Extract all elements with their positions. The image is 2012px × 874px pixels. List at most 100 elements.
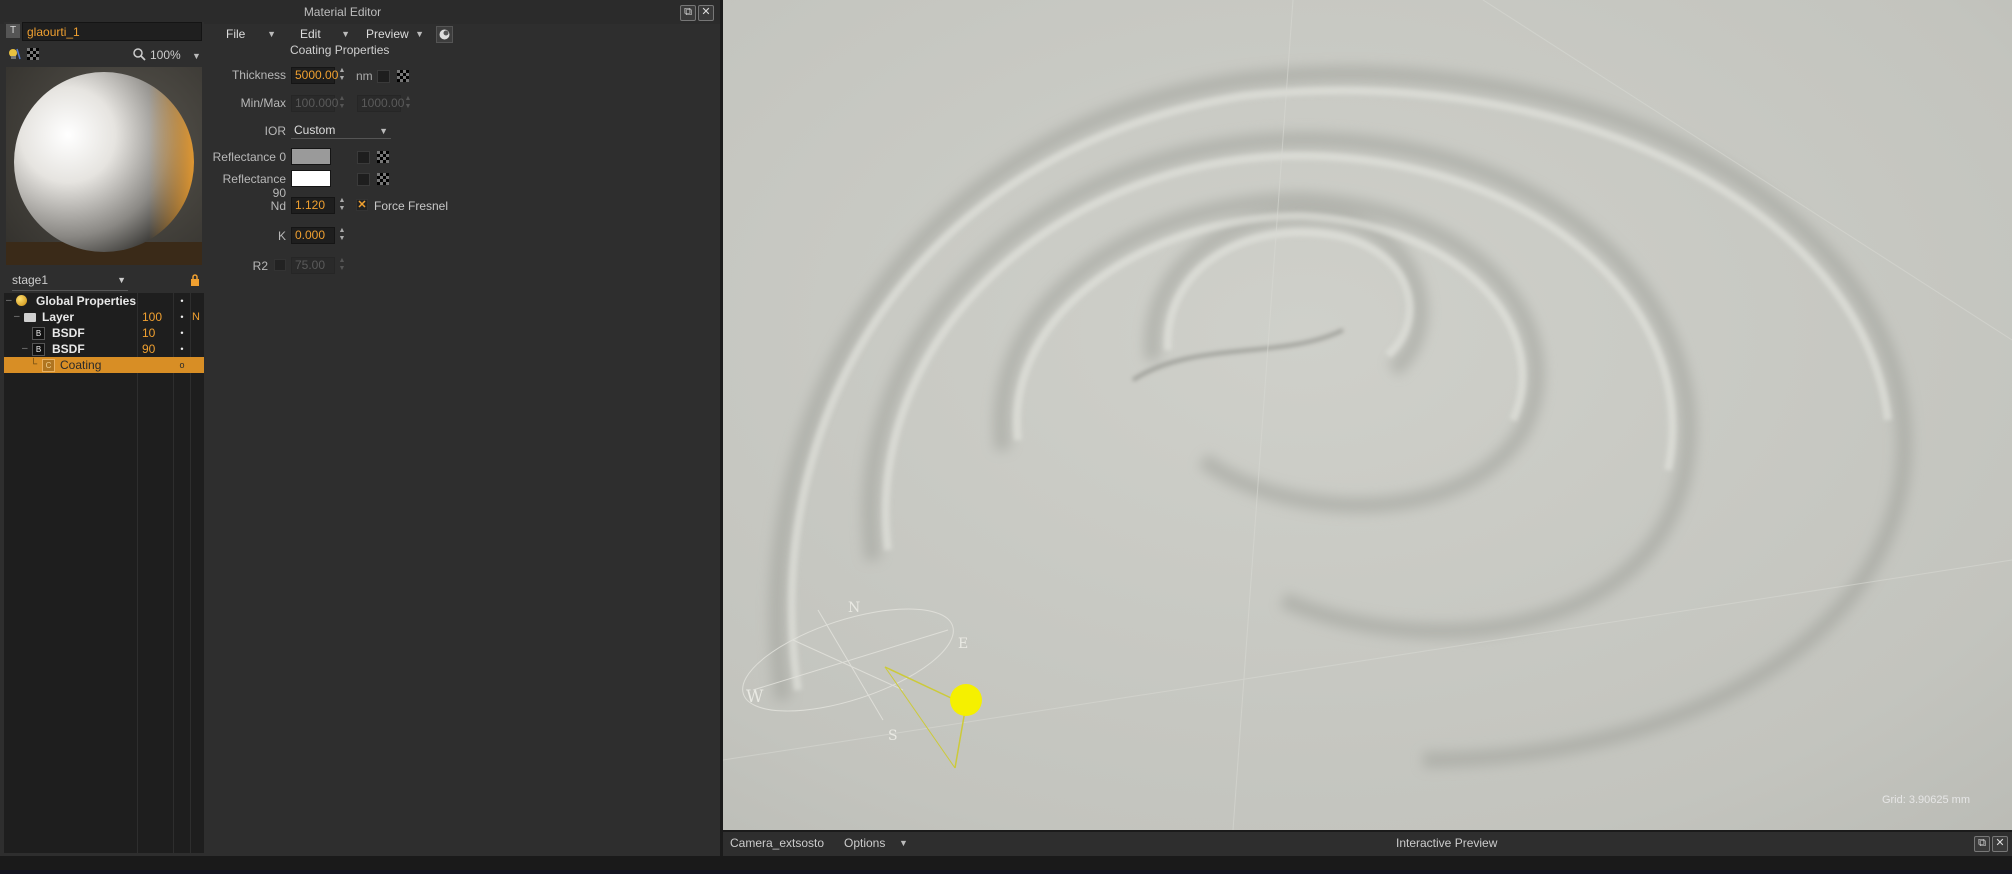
interactive-preview-viewport[interactable]: N E S W Grid: 3.90625 mm (723, 0, 2012, 830)
tree-item-flag (192, 325, 204, 341)
minmax-label: Min/Max (240, 96, 286, 110)
thickness-input[interactable]: 5000.00 (291, 67, 338, 84)
viewport-toolbar (723, 832, 2012, 856)
tree-item-visibility[interactable]: o (174, 357, 190, 373)
search-icon[interactable] (132, 47, 146, 61)
chevron-down-icon: ▼ (341, 29, 350, 39)
nd-label: Nd (270, 199, 286, 213)
folder-icon (24, 313, 36, 322)
restore-icon[interactable]: ⧉ (680, 5, 696, 21)
r2-stepper: ▲ ▼ (338, 257, 346, 272)
render-sphere-icon[interactable] (436, 26, 453, 43)
nd-input[interactable]: 1.120 (291, 197, 335, 214)
compass-n-label: N (848, 600, 860, 616)
sphere-icon (16, 295, 27, 306)
menu-preview[interactable]: Preview ▼ (366, 25, 424, 43)
zoom-level[interactable]: 100% (150, 48, 181, 62)
tree-item-label: BSDF (52, 326, 85, 340)
reflectance-0-texture-slot[interactable] (357, 151, 370, 164)
compass-w-label: W (746, 687, 764, 707)
layer-tree: – Global Properties • – Layer 100 • N B … (4, 293, 204, 853)
thickness-texture-slot[interactable] (377, 70, 390, 83)
ior-select[interactable]: Custom ▼ (291, 122, 391, 139)
bsdf-badge-icon: B (32, 343, 45, 356)
compass-s-label: S (888, 728, 898, 744)
tree-item-visibility[interactable]: • (174, 341, 190, 357)
close-icon[interactable]: ✕ (698, 5, 714, 21)
collapse-icon[interactable]: – (14, 309, 20, 325)
reflectance-90-texture-slot[interactable] (357, 173, 370, 186)
tree-item-weight[interactable]: 90 (138, 341, 174, 357)
collapse-icon[interactable]: – (6, 293, 12, 309)
tree-item-weight[interactable]: 10 (138, 325, 174, 341)
tree-item-label: BSDF (52, 342, 85, 356)
menu-label: Preview (366, 27, 409, 41)
stage-select-value: stage1 (12, 273, 49, 287)
ior-label: IOR (264, 124, 286, 138)
coating-badge-icon: C (42, 359, 55, 372)
reflectance-0-swatch[interactable] (291, 148, 331, 165)
force-fresnel-checkbox[interactable]: ✕ (356, 199, 368, 211)
chevron-down-icon: ▼ (379, 126, 388, 136)
thickness-texture-icon[interactable] (397, 70, 409, 82)
interactive-preview-title: Interactive Preview (1396, 836, 1498, 850)
tree-item-global-properties[interactable]: – Global Properties • (4, 293, 204, 309)
menu-label: File (226, 27, 246, 41)
chevron-down-icon[interactable]: ▼ (192, 51, 201, 61)
thickness-label: Thickness (231, 68, 286, 82)
tree-item-bsdf-1[interactable]: B BSDF 10 • (4, 325, 204, 341)
reflectance-0-texture-icon[interactable] (377, 151, 389, 163)
tree-item-flag (192, 341, 204, 357)
thickness-stepper[interactable]: ▲ ▼ (338, 67, 346, 83)
coating-properties-title: Coating Properties (290, 43, 390, 57)
lock-icon[interactable] (190, 274, 200, 286)
tree-item-visibility[interactable]: • (174, 309, 190, 325)
checker-background-icon[interactable] (27, 48, 39, 60)
tree-item-weight (138, 293, 174, 309)
menu-edit[interactable]: Edit ▼ (300, 25, 350, 43)
r2-checkbox[interactable] (274, 259, 286, 271)
tree-item-visibility[interactable]: • (174, 325, 190, 341)
tree-item-flag[interactable]: N (192, 309, 204, 325)
tree-item-flag (192, 293, 204, 309)
editor-title: Material Editor (303, 5, 382, 19)
menu-file[interactable]: File ▼ (226, 25, 276, 43)
stage-select[interactable]: stage1 ▼ (12, 273, 128, 291)
restore-icon[interactable]: ⧉ (1974, 836, 1990, 852)
options-menu[interactable]: Options (844, 836, 885, 850)
min-stepper: ▲ ▼ (338, 95, 346, 110)
k-stepper[interactable]: ▲ ▼ (338, 227, 346, 243)
k-input[interactable]: 0.000 (291, 227, 335, 244)
branch-icon: └ (30, 359, 38, 370)
r2-input: 75.00 (291, 257, 335, 274)
material-preview[interactable] (6, 67, 202, 265)
light-bulb-icon[interactable] (7, 47, 21, 61)
tree-item-coating[interactable]: └ C Coating o (4, 357, 204, 373)
bottom-edge (0, 870, 2012, 874)
nd-stepper[interactable]: ▲ ▼ (338, 197, 346, 213)
tree-item-flag (192, 357, 204, 373)
min-input: 100.000 (291, 95, 338, 112)
camera-select[interactable]: Camera_extsosto (730, 836, 824, 850)
tree-item-weight[interactable]: 100 (138, 309, 174, 325)
material-type-icon[interactable]: T (6, 24, 20, 38)
max-input: 1000.00 (357, 95, 404, 112)
tree-item-label: Global Properties (36, 294, 137, 308)
bsdf-badge-icon: B (32, 327, 45, 340)
reflectance-90-texture-icon[interactable] (377, 173, 389, 185)
chevron-down-icon: ▼ (415, 29, 424, 39)
ior-select-value: Custom (294, 123, 336, 137)
k-label: K (277, 229, 286, 243)
tree-item-visibility[interactable]: • (174, 293, 190, 309)
tree-item-bsdf-2[interactable]: – B BSDF 90 • (4, 341, 204, 357)
tree-item-weight (138, 357, 174, 373)
reflectance-90-label: Reflectance 90 (222, 172, 286, 200)
tree-item-layer[interactable]: – Layer 100 • N (4, 309, 204, 325)
tree-item-label: Coating (60, 358, 102, 372)
material-name-input[interactable]: glaourti_1 (22, 22, 202, 41)
chevron-down-icon[interactable]: ▼ (899, 838, 908, 848)
grid-size-readout: Grid: 3.90625 mm (1881, 794, 1970, 806)
close-icon[interactable]: ✕ (1992, 836, 2008, 852)
reflectance-90-swatch[interactable] (291, 170, 331, 187)
collapse-icon[interactable]: – (22, 341, 28, 357)
